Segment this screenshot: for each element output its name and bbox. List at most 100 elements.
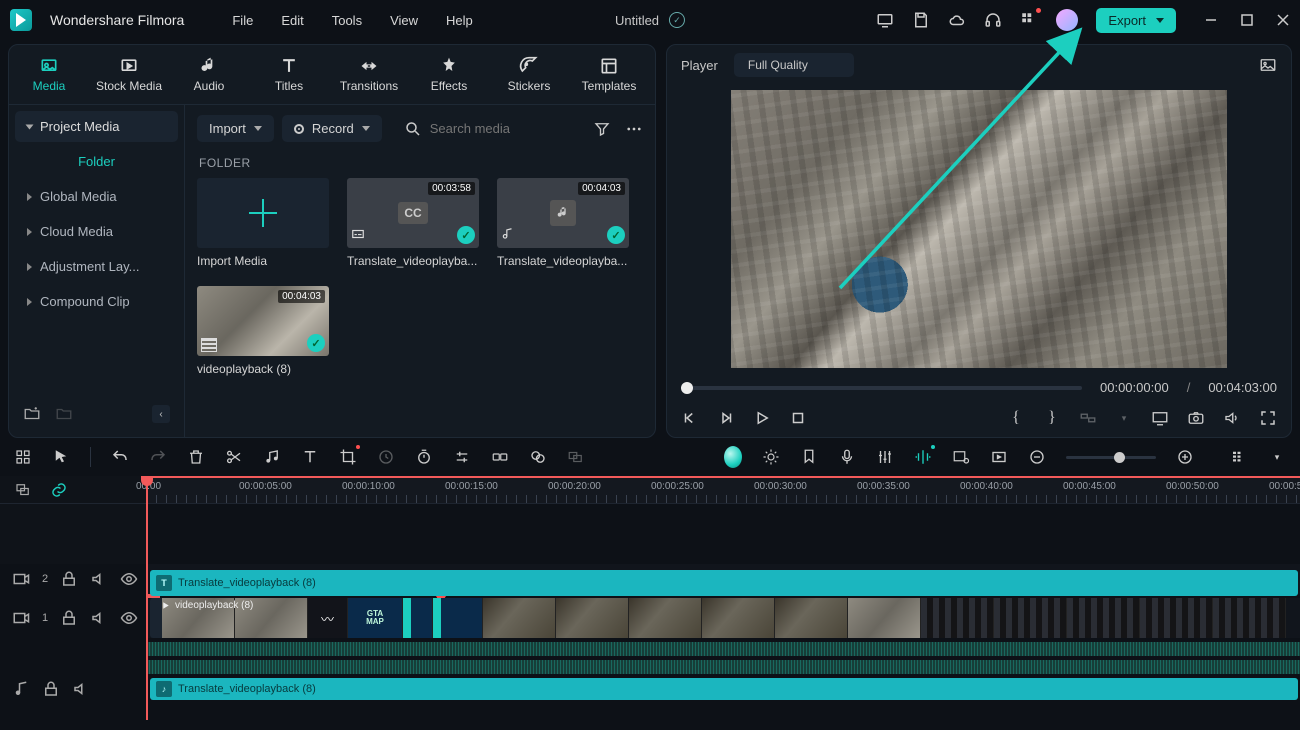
auto-beat-icon[interactable] [914,448,932,466]
record-screen-icon[interactable] [952,448,970,466]
select-mode-icon[interactable] [14,448,32,466]
menu-file[interactable]: File [232,13,253,28]
track-manager-icon[interactable] [14,481,32,499]
play-button[interactable] [753,409,771,427]
timer-icon[interactable] [415,448,433,466]
menu-edit[interactable]: Edit [281,13,303,28]
brightness-icon[interactable] [762,448,780,466]
visibility-icon[interactable] [120,570,138,588]
headphones-icon[interactable] [984,11,1002,29]
keyframe-icon[interactable] [491,448,509,466]
folder-global-media[interactable]: Global Media [15,179,178,214]
color-tool-icon[interactable] [529,448,547,466]
mixer-icon[interactable] [876,448,894,466]
mark-in-button[interactable]: { [1007,409,1025,427]
audio-waveform-1[interactable] [146,642,1300,656]
camera-icon[interactable] [1187,409,1205,427]
video-track[interactable]: videoplayback (8) 〰 GTAMAP [146,598,1300,638]
audio-tool-icon[interactable] [263,448,281,466]
project-media-header[interactable]: Project Media [15,111,178,142]
volume-button[interactable] [1223,409,1241,427]
mute-icon[interactable] [72,680,90,698]
media-card[interactable]: 00:04:03✓ Translate_videoplayba... [497,178,629,268]
mic-icon[interactable] [838,448,856,466]
tab-media[interactable]: Media [9,45,89,104]
minimize-button[interactable] [1204,13,1218,27]
prev-frame-button[interactable] [681,409,699,427]
clip-mode-chevron-icon[interactable]: ▾ [1115,409,1133,427]
apps-grid-icon[interactable] [1020,11,1038,29]
quality-dropdown[interactable]: Full Quality [734,53,854,77]
playhead[interactable] [146,476,148,720]
audio-waveform-2[interactable] [146,660,1300,674]
lock-icon[interactable] [42,680,60,698]
mark-out-button[interactable]: } [1043,409,1061,427]
mute-icon[interactable] [90,609,108,627]
menu-tools[interactable]: Tools [332,13,362,28]
undo-button[interactable] [111,448,129,466]
play-forward-button[interactable] [717,409,735,427]
marker-icon[interactable] [800,448,818,466]
link-tracks-icon[interactable] [50,481,68,499]
save-icon[interactable] [912,11,930,29]
subtitle-clip[interactable]: T Translate_videoplayback (8) [150,570,1298,596]
stop-button[interactable] [789,409,807,427]
preview-viewport[interactable] [681,85,1277,372]
snapshot-icon[interactable] [1259,56,1277,74]
split-button[interactable] [225,448,243,466]
more-options-icon[interactable] [625,120,643,138]
delete-button[interactable] [187,448,205,466]
cloud-icon[interactable] [948,11,966,29]
timeline-ruler[interactable]: 00:0000:00:05:0000:00:10:0000:00:15:0000… [146,476,1300,503]
render-icon[interactable] [990,448,1008,466]
tab-effects[interactable]: Effects [409,45,489,104]
collapse-sidebar-button[interactable]: ‹ [152,405,170,423]
new-folder-icon[interactable] [23,405,41,423]
media-card[interactable]: 00:03:58CC✓ Translate_videoplayba... [347,178,479,268]
menu-view[interactable]: View [390,13,418,28]
folder-adjustment-layer[interactable]: Adjustment Lay... [15,249,178,284]
zoom-knob[interactable] [1114,452,1125,463]
media-card[interactable]: 00:04:03✓ videoplayback (8) [197,286,329,376]
redo-button[interactable] [149,448,167,466]
subtitle-clip-2[interactable]: ♪ Translate_videoplayback (8) [150,678,1298,700]
user-avatar[interactable] [1056,9,1078,31]
filter-icon[interactable] [593,120,611,138]
lock-icon[interactable] [60,609,78,627]
import-media-card[interactable]: Import Media [197,178,329,268]
screen-icon[interactable] [876,11,894,29]
zoom-out-button[interactable] [1028,448,1046,466]
lock-icon[interactable] [60,570,78,588]
export-button[interactable]: Export [1096,8,1176,33]
display-button[interactable] [1151,409,1169,427]
ai-tools-icon[interactable] [724,448,742,466]
search-input[interactable] [430,121,570,136]
zoom-in-button[interactable] [1176,448,1194,466]
text-tool-icon[interactable] [301,448,319,466]
view-options-icon[interactable] [1230,448,1248,466]
import-dropdown[interactable]: Import [197,115,274,142]
zoom-slider[interactable] [1066,456,1156,459]
tab-transitions[interactable]: Transitions [329,45,409,104]
seek-slider[interactable] [681,386,1082,390]
tab-titles[interactable]: Titles [249,45,329,104]
folder-cloud-media[interactable]: Cloud Media [15,214,178,249]
seek-knob[interactable] [681,382,693,394]
tab-audio[interactable]: Audio [169,45,249,104]
speed-tool-icon[interactable] [377,448,395,466]
maximize-button[interactable] [1240,13,1254,27]
close-button[interactable] [1276,13,1290,27]
record-dropdown[interactable]: Record [282,115,382,142]
adjust-icon[interactable] [453,448,471,466]
view-options-chevron-icon[interactable]: ▾ [1268,448,1286,466]
cursor-icon[interactable] [52,448,70,466]
tab-stickers[interactable]: Stickers [489,45,569,104]
crop-tool-icon[interactable] [339,448,357,466]
video-clip[interactable]: videoplayback (8) 〰 GTAMAP [150,598,1298,638]
tab-templates[interactable]: Templates [569,45,649,104]
menu-help[interactable]: Help [446,13,473,28]
group-icon[interactable] [567,448,585,466]
mute-icon[interactable] [90,570,108,588]
fullscreen-button[interactable] [1259,409,1277,427]
subtitle-track-2[interactable]: ♪ Translate_videoplayback (8) [146,678,1300,700]
